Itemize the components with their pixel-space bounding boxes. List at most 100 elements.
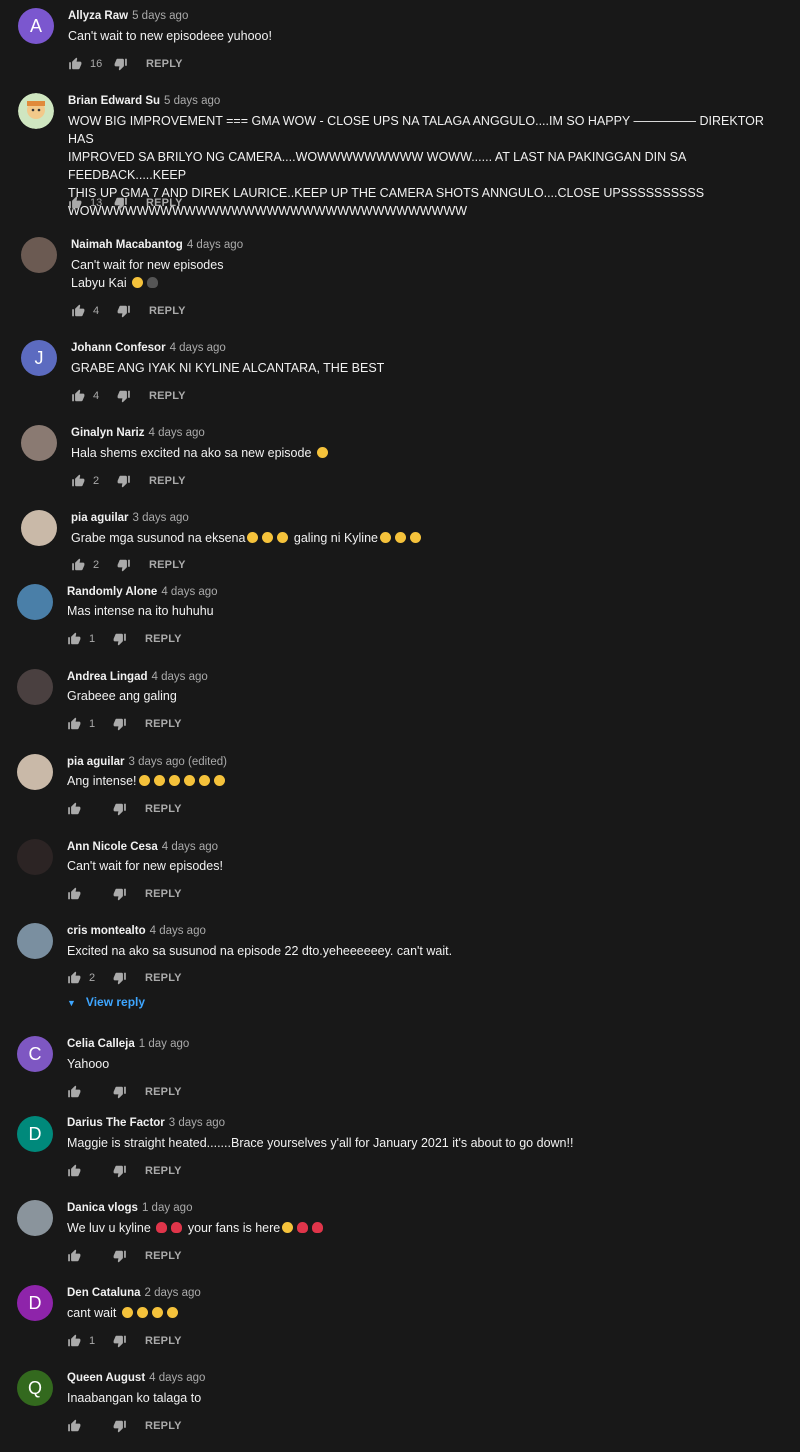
comment-header: Andrea Lingad 4 days ago <box>67 671 208 683</box>
avatar[interactable] <box>21 237 57 273</box>
author-name[interactable]: Ginalyn Nariz <box>71 427 145 439</box>
avatar[interactable] <box>17 754 53 790</box>
reply-button[interactable]: REPLY <box>149 559 186 571</box>
avatar[interactable]: D <box>17 1116 53 1152</box>
thumbs-down-icon[interactable] <box>113 971 127 985</box>
thumbs-up-icon[interactable] <box>67 717 81 731</box>
comment-time[interactable]: 4 days ago <box>161 586 217 598</box>
reply-button[interactable]: REPLY <box>145 1165 182 1177</box>
reply-button[interactable]: REPLY <box>149 390 186 402</box>
comment-time[interactable]: 4 days ago <box>152 671 208 683</box>
avatar[interactable] <box>18 93 54 129</box>
avatar[interactable]: Q <box>17 1370 53 1406</box>
thumbs-down-icon[interactable] <box>113 802 127 816</box>
author-name[interactable]: Den Cataluna <box>67 1287 141 1299</box>
thumbs-down-icon[interactable] <box>113 717 127 731</box>
reply-button[interactable]: REPLY <box>149 475 186 487</box>
author-name[interactable]: pia aguilar <box>67 756 125 768</box>
reply-button[interactable]: REPLY <box>146 197 183 209</box>
thumbs-down-icon[interactable] <box>113 887 127 901</box>
thumbs-up-icon[interactable] <box>67 1419 81 1433</box>
thumbs-up-icon[interactable] <box>67 971 81 985</box>
thumbs-up-icon[interactable] <box>67 802 81 816</box>
reply-button[interactable]: REPLY <box>145 1250 182 1262</box>
author-name[interactable]: Darius The Factor <box>67 1117 165 1129</box>
comment-text: Grabe mga susunod na eksena galing ni Ky… <box>71 529 786 547</box>
thumbs-up-icon[interactable] <box>67 1249 81 1263</box>
comment-time[interactable]: 3 days ago <box>169 1117 225 1129</box>
comment-time[interactable]: 4 days ago <box>149 427 205 439</box>
thumbs-up-icon[interactable] <box>71 474 85 488</box>
comment-time[interactable]: 4 days ago <box>170 342 226 354</box>
comment-time[interactable]: 4 days ago <box>187 239 243 251</box>
thumbs-down-icon[interactable] <box>113 1164 127 1178</box>
reply-button[interactable]: REPLY <box>145 803 182 815</box>
author-name[interactable]: cris montealto <box>67 925 146 937</box>
reply-button[interactable]: REPLY <box>145 718 182 730</box>
comment-time[interactable]: 5 days ago <box>132 10 188 22</box>
comment-time[interactable]: 4 days ago <box>149 1372 205 1384</box>
author-name[interactable]: Allyza Raw <box>68 10 128 22</box>
reply-button[interactable]: REPLY <box>146 58 183 70</box>
reply-button[interactable]: REPLY <box>145 1086 182 1098</box>
author-name[interactable]: Brian Edward Su <box>68 95 160 107</box>
reply-button[interactable]: REPLY <box>145 972 182 984</box>
thumbs-down-icon[interactable] <box>117 558 131 572</box>
thumbs-down-icon[interactable] <box>113 1249 127 1263</box>
avatar[interactable] <box>17 923 53 959</box>
author-name[interactable]: Naimah Macabantog <box>71 239 183 251</box>
comment-time[interactable]: 3 days ago <box>133 512 189 524</box>
author-name[interactable]: Celia Calleja <box>67 1038 135 1050</box>
thumbs-up-icon[interactable] <box>71 304 85 318</box>
thumbs-up-icon[interactable] <box>68 196 82 210</box>
thumbs-up-icon[interactable] <box>71 558 85 572</box>
avatar[interactable]: D <box>17 1285 53 1321</box>
view-reply-link[interactable]: ▼ View reply <box>67 995 145 1009</box>
thumbs-up-icon[interactable] <box>67 1085 81 1099</box>
comment-time[interactable]: 3 days ago (edited) <box>129 756 227 768</box>
thumbs-up-icon[interactable] <box>67 887 81 901</box>
author-name[interactable]: Queen August <box>67 1372 145 1384</box>
thumbs-up-icon[interactable] <box>71 389 85 403</box>
comment-time[interactable]: 1 day ago <box>139 1038 190 1050</box>
author-name[interactable]: pia aguilar <box>71 512 129 524</box>
reply-button[interactable]: REPLY <box>145 888 182 900</box>
comment-time[interactable]: 5 days ago <box>164 95 220 107</box>
thumbs-up-icon[interactable] <box>68 57 82 71</box>
avatar[interactable]: A <box>18 8 54 44</box>
comment-time[interactable]: 1 day ago <box>142 1202 193 1214</box>
reply-button[interactable]: REPLY <box>145 1420 182 1432</box>
thumbs-down-icon[interactable] <box>113 1334 127 1348</box>
laughing-face-emoji-icon <box>121 1307 133 1318</box>
author-name[interactable]: Randomly Alone <box>67 586 157 598</box>
author-name[interactable]: Johann Confesor <box>71 342 166 354</box>
thumbs-down-icon[interactable] <box>114 196 128 210</box>
reply-button[interactable]: REPLY <box>149 305 186 317</box>
author-name[interactable]: Danica vlogs <box>67 1202 138 1214</box>
avatar[interactable] <box>17 584 53 620</box>
avatar[interactable] <box>21 510 57 546</box>
reply-button[interactable]: REPLY <box>145 633 182 645</box>
thumbs-down-icon[interactable] <box>114 57 128 71</box>
author-name[interactable]: Andrea Lingad <box>67 671 148 683</box>
thumbs-down-icon[interactable] <box>117 474 131 488</box>
author-name[interactable]: Ann Nicole Cesa <box>67 841 158 853</box>
avatar[interactable]: C <box>17 1036 53 1072</box>
thumbs-up-icon[interactable] <box>67 1334 81 1348</box>
avatar[interactable] <box>17 839 53 875</box>
avatar[interactable] <box>17 669 53 705</box>
comment-time[interactable]: 4 days ago <box>162 841 218 853</box>
thumbs-down-icon[interactable] <box>117 304 131 318</box>
thumbs-up-icon[interactable] <box>67 632 81 646</box>
avatar[interactable]: J <box>21 340 57 376</box>
thumbs-down-icon[interactable] <box>117 389 131 403</box>
comment-time[interactable]: 2 days ago <box>145 1287 201 1299</box>
thumbs-up-icon[interactable] <box>67 1164 81 1178</box>
avatar[interactable] <box>21 425 57 461</box>
avatar[interactable] <box>17 1200 53 1236</box>
reply-button[interactable]: REPLY <box>145 1335 182 1347</box>
thumbs-down-icon[interactable] <box>113 1085 127 1099</box>
comment-time[interactable]: 4 days ago <box>150 925 206 937</box>
thumbs-down-icon[interactable] <box>113 632 127 646</box>
thumbs-down-icon[interactable] <box>113 1419 127 1433</box>
